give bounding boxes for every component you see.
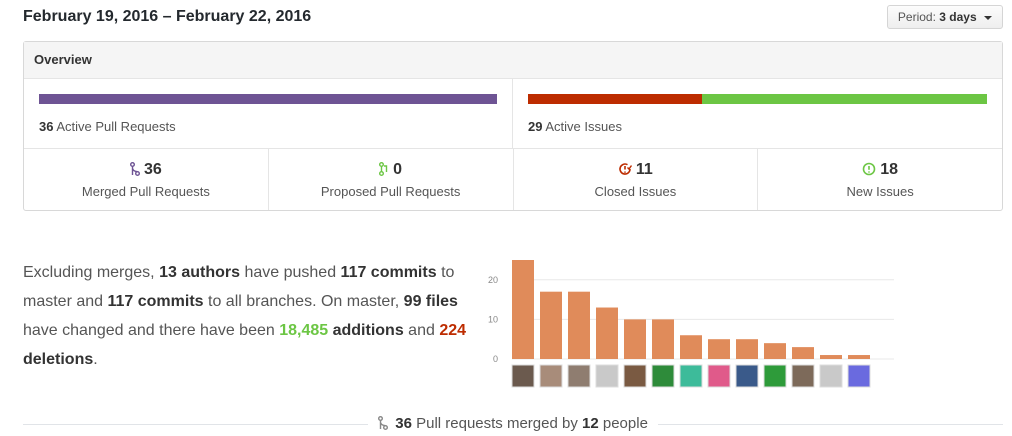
y-tick-label: 20 bbox=[488, 275, 498, 285]
commit-summary: Excluding merges, 13 authors have pushed… bbox=[23, 258, 473, 374]
contributor-bar[interactable] bbox=[596, 307, 618, 359]
git-pull-request-icon bbox=[379, 162, 389, 181]
caret-down-icon bbox=[984, 15, 992, 20]
master-commits-count: 117 commits bbox=[340, 264, 437, 281]
summary-text: have changed and there have been bbox=[23, 322, 275, 339]
contributor-bar[interactable] bbox=[764, 343, 786, 359]
period-prefix: Period: bbox=[897, 10, 936, 24]
active-pull-requests-section[interactable]: 36 Active Pull Requests bbox=[24, 79, 513, 149]
git-merge-icon bbox=[129, 162, 140, 181]
avatar[interactable] bbox=[847, 364, 871, 388]
summary-text: . bbox=[93, 351, 98, 368]
proposed-pull-requests-count: 0 bbox=[393, 161, 403, 178]
avatar[interactable] bbox=[735, 364, 759, 388]
contributor-bar[interactable] bbox=[708, 339, 730, 359]
contributor-bar[interactable] bbox=[540, 291, 562, 359]
active-pull-requests-count: 36 bbox=[39, 119, 54, 134]
summary-text: and bbox=[408, 322, 435, 339]
active-pull-requests-label: Active Pull Requests bbox=[56, 119, 176, 134]
date-range: February 19, 2016 – February 22, 2016 bbox=[23, 8, 312, 25]
y-tick-label: 10 bbox=[488, 314, 498, 324]
period-value: 3 days bbox=[939, 10, 977, 24]
avatar[interactable] bbox=[651, 364, 675, 388]
closed-issues-count: 11 bbox=[635, 161, 653, 178]
active-issues-count: 29 bbox=[528, 119, 543, 134]
avatar[interactable] bbox=[679, 364, 703, 388]
deletions-label: deletions bbox=[23, 351, 94, 368]
contributors-bar-chart: 0 10 20 bbox=[488, 260, 894, 388]
footer-text: Pull requests merged by bbox=[416, 415, 578, 432]
contributor-bar[interactable] bbox=[736, 339, 758, 359]
additions-label: additions bbox=[332, 322, 404, 339]
y-tick-label: 0 bbox=[493, 354, 498, 364]
avatar[interactable] bbox=[567, 364, 591, 388]
issues-progress-bar[interactable] bbox=[528, 94, 987, 104]
pull-requests-segment bbox=[39, 94, 497, 104]
period-dropdown-button[interactable]: Period: 3 days bbox=[886, 5, 1003, 29]
overview-panel: Overview 36 Active Pull Requests 29 Acti… bbox=[23, 41, 1003, 211]
authors-count: 13 authors bbox=[159, 264, 240, 281]
active-pull-requests-caption: 36 Active Pull Requests bbox=[39, 119, 176, 134]
closed-issues-segment bbox=[528, 94, 702, 104]
active-issues-caption: 29 Active Issues bbox=[528, 119, 622, 134]
footer-pr-count: 36 bbox=[395, 415, 412, 432]
additions-count: 18,485 bbox=[279, 322, 329, 339]
avatar[interactable] bbox=[511, 364, 535, 388]
merged-pull-requests-label: Merged Pull Requests bbox=[81, 184, 210, 199]
pulse-header: February 19, 2016 – February 22, 2016 Pe… bbox=[23, 0, 1003, 34]
pull-requests-progress-bar[interactable] bbox=[39, 94, 497, 104]
issue-closed-icon bbox=[618, 162, 632, 181]
footer-people-count: 12 bbox=[582, 415, 599, 432]
overview-title: Overview bbox=[24, 42, 1002, 79]
avatar[interactable] bbox=[707, 364, 731, 388]
avatar[interactable] bbox=[819, 364, 843, 388]
avatar[interactable] bbox=[791, 364, 815, 388]
footer-text: people bbox=[602, 415, 648, 432]
contributors-chart: 0 10 20 bbox=[478, 254, 948, 390]
contributor-bar[interactable] bbox=[624, 319, 646, 359]
stat-merged-pull-requests[interactable]: 36 Merged Pull Requests bbox=[24, 149, 269, 210]
overview-bars: 36 Active Pull Requests 29 Active Issues bbox=[24, 79, 1002, 149]
overview-stats: 36 Merged Pull Requests 0 Proposed Pull … bbox=[24, 149, 1002, 210]
proposed-pull-requests-label: Proposed Pull Requests bbox=[320, 184, 461, 199]
avatar[interactable] bbox=[539, 364, 563, 388]
contributor-bar[interactable] bbox=[512, 260, 534, 359]
avatar[interactable] bbox=[595, 364, 619, 388]
merged-pull-requests-footer: 36 Pull requests merged by 12 people bbox=[23, 412, 1003, 434]
new-issues-segment bbox=[701, 94, 987, 104]
closed-issues-label: Closed Issues bbox=[594, 184, 677, 199]
deletions-count: 224 bbox=[439, 322, 467, 339]
contributor-bar[interactable] bbox=[820, 355, 842, 359]
avatar[interactable] bbox=[763, 364, 787, 388]
all-branch-commits-count: 117 commits bbox=[107, 293, 204, 310]
contributor-bar[interactable] bbox=[792, 347, 814, 359]
issue-opened-icon bbox=[862, 162, 876, 181]
summary-text: have pushed bbox=[244, 264, 337, 281]
stat-closed-issues[interactable]: 11 Closed Issues bbox=[514, 149, 759, 210]
merged-pull-requests-count: 36 bbox=[143, 161, 162, 178]
stat-proposed-pull-requests[interactable]: 0 Proposed Pull Requests bbox=[269, 149, 514, 210]
new-issues-count: 18 bbox=[880, 161, 899, 178]
summary-text: to all branches. On master, bbox=[208, 293, 400, 310]
active-issues-section[interactable]: 29 Active Issues bbox=[513, 79, 1002, 149]
files-changed-count: 99 files bbox=[403, 293, 458, 310]
avatar[interactable] bbox=[623, 364, 647, 388]
contributor-bar[interactable] bbox=[680, 335, 702, 359]
contributor-bar[interactable] bbox=[568, 291, 590, 359]
contributor-bar[interactable] bbox=[652, 319, 674, 359]
contributor-bar[interactable] bbox=[848, 355, 870, 359]
active-issues-label: Active Issues bbox=[545, 119, 622, 134]
summary-text: Excluding merges, bbox=[23, 264, 155, 281]
new-issues-label: New Issues bbox=[846, 184, 914, 199]
stat-new-issues[interactable]: 18 New Issues bbox=[758, 149, 1002, 210]
git-merge-icon bbox=[378, 416, 389, 434]
